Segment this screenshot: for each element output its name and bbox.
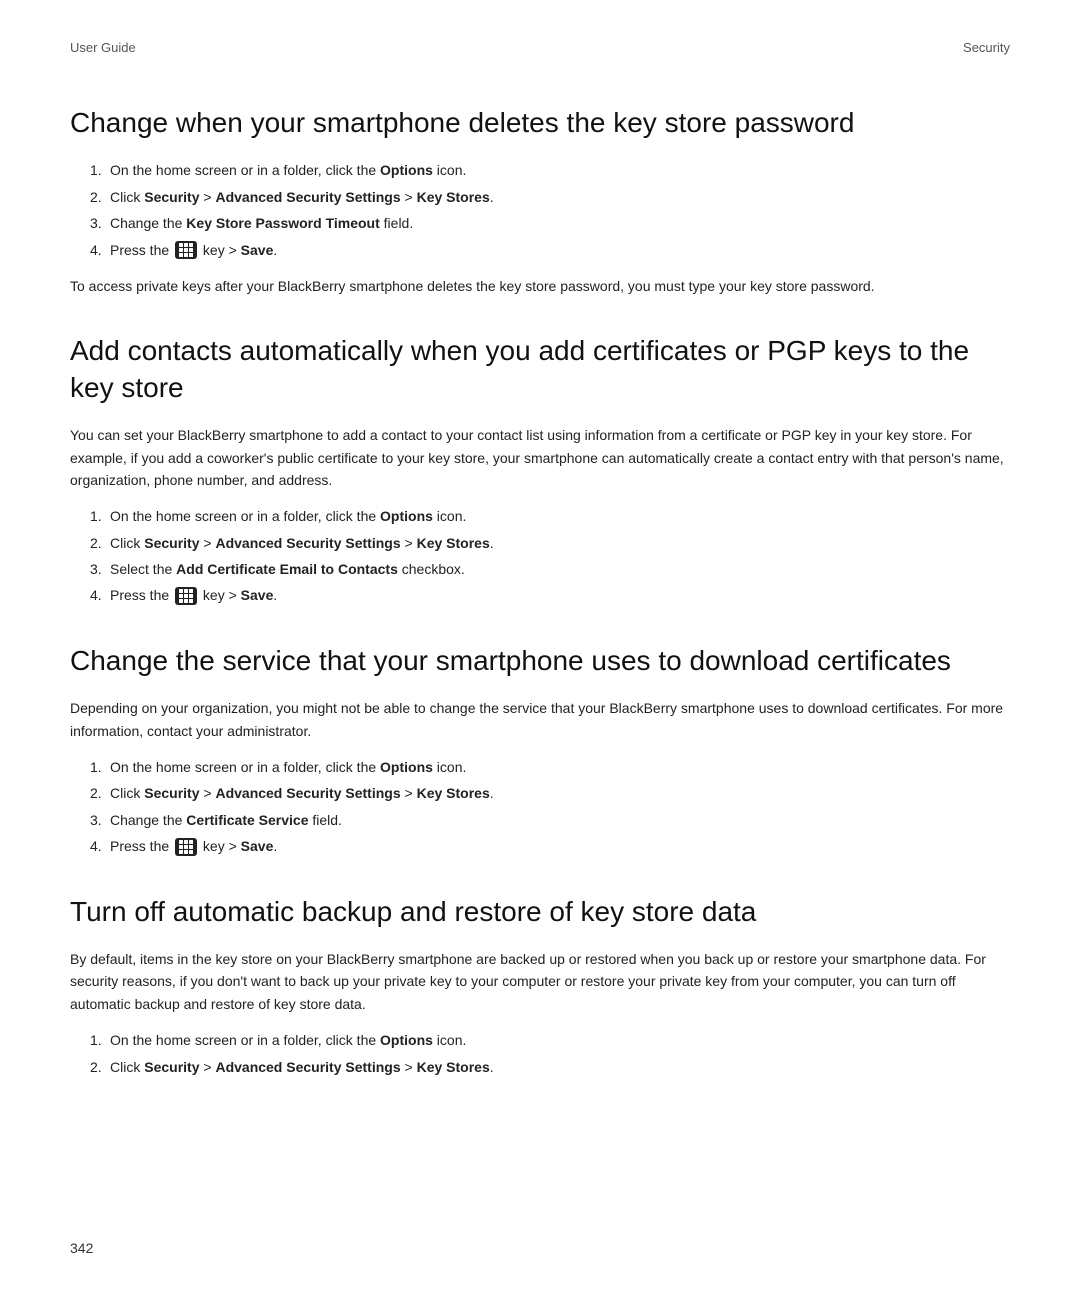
step-number: 3.	[70, 212, 110, 234]
page-footer: 342	[70, 1240, 93, 1256]
step-content: Press the key > Save.	[110, 239, 1010, 261]
list-item: 3.Select the Add Certificate Email to Co…	[70, 558, 1010, 580]
sections-container: Change when your smartphone deletes the …	[70, 105, 1010, 1078]
step-content: On the home screen or in a folder, click…	[110, 505, 1010, 527]
section-section4: Turn off automatic backup and restore of…	[70, 894, 1010, 1078]
step-number: 2.	[70, 1056, 110, 1078]
step-number: 1.	[70, 756, 110, 778]
section-title-1: Add contacts automatically when you add …	[70, 333, 1010, 406]
menu-key-icon	[175, 241, 197, 259]
list-item: 2.Click Security > Advanced Security Set…	[70, 782, 1010, 804]
list-item: 1.On the home screen or in a folder, cli…	[70, 505, 1010, 527]
step-number: 4.	[70, 835, 110, 857]
section-section2: Add contacts automatically when you add …	[70, 333, 1010, 607]
steps-list-0: 1.On the home screen or in a folder, cli…	[70, 159, 1010, 261]
list-item: 4.Press the key > Save.	[70, 835, 1010, 857]
section-section3: Change the service that your smartphone …	[70, 643, 1010, 858]
section-intro-2: Depending on your organization, you migh…	[70, 697, 1010, 742]
step-number: 2.	[70, 186, 110, 208]
section-title-3: Turn off automatic backup and restore of…	[70, 894, 1010, 930]
list-item: 4.Press the key > Save.	[70, 239, 1010, 261]
step-content: Press the key > Save.	[110, 584, 1010, 606]
steps-list-3: 1.On the home screen or in a folder, cli…	[70, 1029, 1010, 1078]
list-item: 1.On the home screen or in a folder, cli…	[70, 756, 1010, 778]
section-outro-0: To access private keys after your BlackB…	[70, 275, 1010, 297]
list-item: 2.Click Security > Advanced Security Set…	[70, 186, 1010, 208]
menu-key-icon	[175, 587, 197, 605]
list-item: 1.On the home screen or in a folder, cli…	[70, 1029, 1010, 1051]
section-intro-1: You can set your BlackBerry smartphone t…	[70, 424, 1010, 491]
header-right: Security	[963, 40, 1010, 55]
step-number: 1.	[70, 159, 110, 181]
step-content: On the home screen or in a folder, click…	[110, 1029, 1010, 1051]
step-content: Select the Add Certificate Email to Cont…	[110, 558, 1010, 580]
section-title-0: Change when your smartphone deletes the …	[70, 105, 1010, 141]
list-item: 3.Change the Key Store Password Timeout …	[70, 212, 1010, 234]
page-header: User Guide Security	[70, 40, 1010, 55]
section-intro-3: By default, items in the key store on yo…	[70, 948, 1010, 1015]
step-content: Change the Key Store Password Timeout fi…	[110, 212, 1010, 234]
page-number: 342	[70, 1240, 93, 1256]
list-item: 4.Press the key > Save.	[70, 584, 1010, 606]
list-item: 2.Click Security > Advanced Security Set…	[70, 1056, 1010, 1078]
step-number: 4.	[70, 584, 110, 606]
step-content: Click Security > Advanced Security Setti…	[110, 782, 1010, 804]
section-title-2: Change the service that your smartphone …	[70, 643, 1010, 679]
list-item: 3.Change the Certificate Service field.	[70, 809, 1010, 831]
menu-key-icon	[175, 838, 197, 856]
steps-list-2: 1.On the home screen or in a folder, cli…	[70, 756, 1010, 858]
page-container: User Guide Security Change when your sma…	[0, 0, 1080, 1296]
step-content: Press the key > Save.	[110, 835, 1010, 857]
step-number: 2.	[70, 782, 110, 804]
steps-list-1: 1.On the home screen or in a folder, cli…	[70, 505, 1010, 607]
step-content: Change the Certificate Service field.	[110, 809, 1010, 831]
step-number: 2.	[70, 532, 110, 554]
step-content: Click Security > Advanced Security Setti…	[110, 1056, 1010, 1078]
step-content: Click Security > Advanced Security Setti…	[110, 186, 1010, 208]
section-section1: Change when your smartphone deletes the …	[70, 105, 1010, 297]
step-number: 1.	[70, 505, 110, 527]
step-content: On the home screen or in a folder, click…	[110, 756, 1010, 778]
step-number: 1.	[70, 1029, 110, 1051]
step-number: 3.	[70, 558, 110, 580]
step-number: 3.	[70, 809, 110, 831]
step-content: On the home screen or in a folder, click…	[110, 159, 1010, 181]
step-number: 4.	[70, 239, 110, 261]
list-item: 2.Click Security > Advanced Security Set…	[70, 532, 1010, 554]
step-content: Click Security > Advanced Security Setti…	[110, 532, 1010, 554]
list-item: 1.On the home screen or in a folder, cli…	[70, 159, 1010, 181]
header-left: User Guide	[70, 40, 136, 55]
